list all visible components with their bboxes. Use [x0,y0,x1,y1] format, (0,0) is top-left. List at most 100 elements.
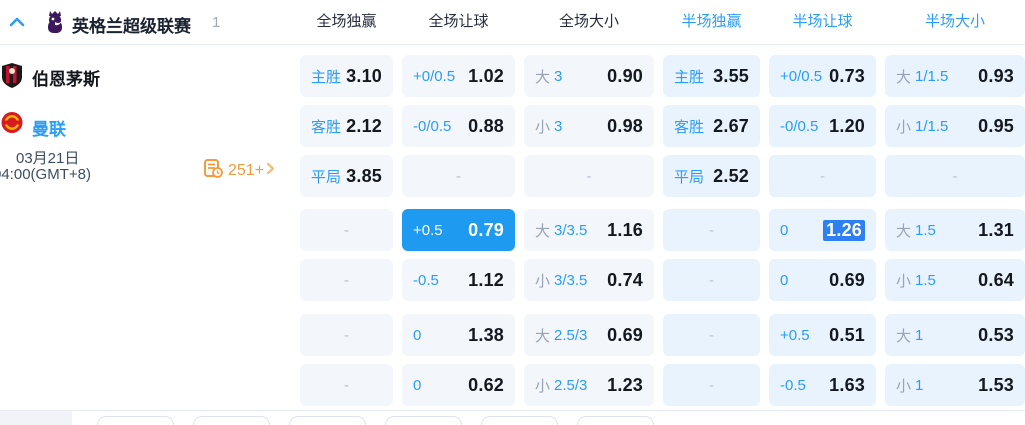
odds-cell[interactable]: 客胜 2.12 [300,105,393,147]
odds-cell-empty: - [769,155,876,197]
odds-value: 1.16 [607,219,643,240]
dash: - [709,271,714,289]
odds-label: +0/0.5 [780,67,823,85]
odds-cell[interactable]: 大 3/3.5 1.16 [524,209,654,251]
odds-label: 平局 [674,168,705,186]
next-section-left-block [0,411,72,425]
section-divider [0,410,1025,411]
odds-cell[interactable]: 大 1.5 1.31 [885,209,1025,251]
odds-cell-empty: - [663,314,760,356]
odds-cell[interactable]: 0 1.26 [769,209,876,251]
dash: - [709,326,714,344]
dash: - [709,376,714,394]
chevron-up-icon [8,17,26,34]
odds-label: 平局 [311,168,342,186]
dash: - [344,326,349,344]
odds-cell[interactable]: -0/0.5 0.88 [402,105,515,147]
odds-value: 0.53 [978,324,1014,345]
odds-cell-empty: - [300,314,393,356]
odds-cell[interactable]: +0.5 0.51 [769,314,876,356]
odds-value: 0.79 [468,219,504,240]
column-header-halftime-1x2: 半场独赢 [681,13,742,30]
odds-cell[interactable]: 0 0.69 [769,259,876,301]
odds-value: 0.69 [607,324,643,345]
under-label: 小 [896,377,912,395]
odds-value-highlighted: 1.26 [823,219,865,241]
dash: - [344,376,349,394]
odds-cell[interactable]: 大 2.5/3 0.69 [524,314,654,356]
odds-cell[interactable]: 小 1/1.5 0.95 [885,105,1025,147]
odds-cell[interactable]: 0 0.62 [402,364,515,406]
odds-value: 0.73 [829,65,865,86]
more-markets-link[interactable]: 251+ [204,159,275,182]
line-label: 2.5/3 [554,326,588,344]
odds-label: 主胜 [311,68,342,86]
odds-value: 3.10 [346,65,382,86]
more-markets-count: 251+ [228,162,265,179]
line-label: 1/1.5 [915,117,949,135]
odds-value: 0.69 [829,269,865,290]
odds-value: 0.64 [978,269,1014,290]
odds-label: 0 [413,376,422,394]
odds-cell[interactable]: 平局 2.52 [663,155,760,197]
odds-value: 1.20 [829,115,865,136]
league-match-count: 1 [212,14,221,31]
odds-cell[interactable]: 小 2.5/3 1.23 [524,364,654,406]
column-header-fulltime-overunder: 全场大小 [558,13,619,30]
dash: - [952,167,958,185]
next-row-cell-stub [193,416,270,425]
odds-value: 1.23 [607,374,643,395]
odds-cell[interactable]: 客胜 2.67 [663,105,760,147]
odds-cell[interactable]: -0/0.5 1.20 [769,105,876,147]
chevron-right-icon [266,162,275,180]
odds-cell[interactable]: 小 1.5 0.64 [885,259,1025,301]
odds-cell[interactable]: 平局 3.85 [300,155,393,197]
odds-value: 0.95 [978,115,1014,136]
odds-label: -0.5 [413,271,439,289]
line-label: 3 [554,117,563,135]
odds-label: 主胜 [674,68,705,86]
odds-cell[interactable]: -0.5 1.12 [402,259,515,301]
odds-cell-empty: - [402,155,515,197]
odds-value: 1.38 [468,324,504,345]
odds-value: 3.85 [346,165,382,186]
under-label: 小 [896,118,912,136]
over-label: 大 [535,222,551,240]
under-label: 小 [535,377,551,395]
line-label: 1 [915,376,924,394]
under-label: 小 [535,272,551,290]
odds-cell[interactable]: +0/0.5 1.02 [402,55,515,97]
odds-cell[interactable]: 0 1.38 [402,314,515,356]
line-label: 1 [915,326,924,344]
odds-cell[interactable]: 大3 0.90 [524,55,654,97]
dash: - [344,221,349,239]
odds-cell[interactable]: 小 3/3.5 0.74 [524,259,654,301]
away-team-crest-icon [1,111,23,134]
collapse-button[interactable] [8,14,26,30]
over-label: 大 [896,222,912,240]
dash: - [820,167,825,185]
line-label: 3/3.5 [554,271,588,289]
dash: - [586,167,592,185]
odds-cell-empty: - [663,259,760,301]
odds-cell[interactable]: 大1 0.53 [885,314,1025,356]
odds-value: 1.63 [829,374,865,395]
odds-cell[interactable]: 主胜 3.10 [300,55,393,97]
odds-label: +0/0.5 [413,67,456,85]
odds-cell[interactable]: 主胜 3.55 [663,55,760,97]
match-date: 03月21日 [16,150,80,167]
dash: - [709,221,714,239]
league-header: 英格兰超级联赛 1 全场独赢 全场让球 全场大小 半场独赢 半场让球 半场大小 [0,0,1025,45]
odds-cell[interactable]: 大 1/1.5 0.93 [885,55,1025,97]
odds-cell[interactable]: -0.5 1.63 [769,364,876,406]
odds-cell-selected[interactable]: +0.5 0.79 [402,209,515,251]
odds-cell[interactable]: +0/0.5 0.73 [769,55,876,97]
odds-cell[interactable]: 小1 1.53 [885,364,1025,406]
dash: - [456,167,461,185]
odds-value: 1.12 [468,269,504,290]
odds-cell[interactable]: 小3 0.98 [524,105,654,147]
over-label: 大 [535,68,551,86]
next-row-cell-stub [481,416,558,425]
odds-label: 0 [780,221,789,239]
odds-board: 英格兰超级联赛 1 全场独赢 全场让球 全场大小 半场独赢 半场让球 半场大小 … [0,0,1025,425]
